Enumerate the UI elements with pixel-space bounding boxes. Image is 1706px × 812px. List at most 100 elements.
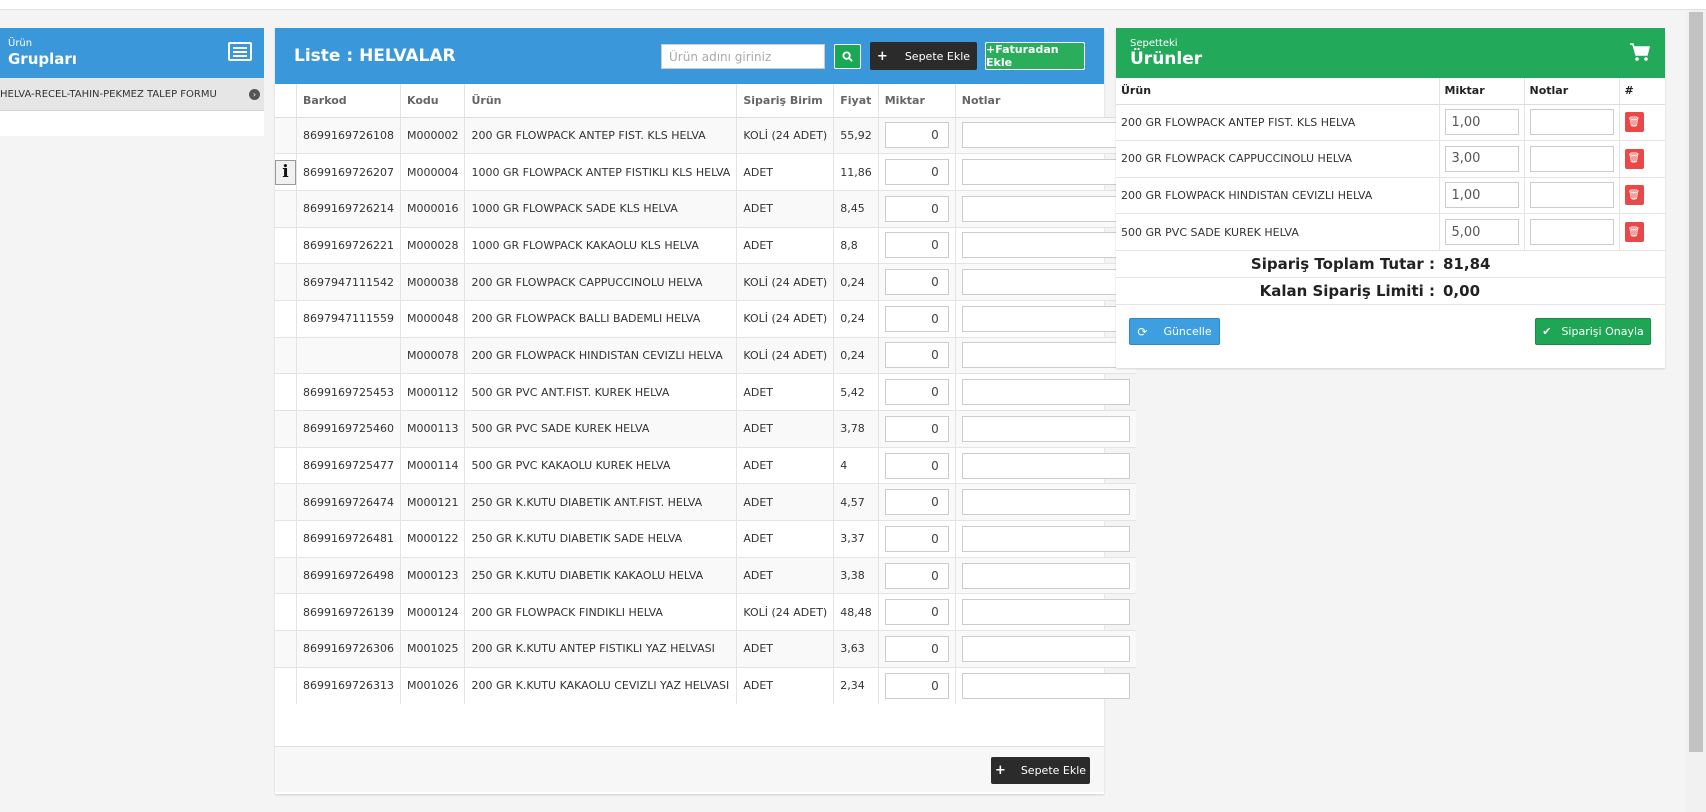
table-row: M000078 200 GR FLOWPACK HINDISTAN CEVIZLI… <box>275 336 1136 374</box>
notes-input[interactable] <box>961 122 1130 149</box>
notes-input[interactable] <box>961 232 1130 259</box>
notes-input[interactable] <box>961 342 1130 369</box>
quantity-input[interactable] <box>884 232 949 259</box>
notes-input[interactable] <box>961 672 1130 699</box>
notes-input[interactable] <box>961 305 1130 332</box>
cell-notlar <box>955 116 1136 154</box>
notes-input[interactable] <box>961 269 1130 296</box>
cart-quantity-input[interactable] <box>1444 219 1519 245</box>
cart-cell-urun: 200 GR FLOWPACK HINDISTAN CEVIZLI HELVA <box>1116 176 1440 214</box>
info-cell <box>275 446 297 484</box>
quantity-input[interactable] <box>884 122 949 149</box>
cart-quantity-input[interactable] <box>1444 145 1519 172</box>
cart-row: 200 GR FLOWPACK CAPPUCCINOLU HELVA 🗑 <box>1116 140 1665 177</box>
bottom-add-to-cart-label: Sepete Ekle <box>1020 764 1087 777</box>
quantity-input[interactable] <box>884 305 949 332</box>
cart-quantity-input[interactable] <box>1444 109 1519 136</box>
cart-notes-input[interactable] <box>1529 109 1614 136</box>
cell-fiyat: 55,92 <box>833 116 879 154</box>
notes-input[interactable] <box>961 452 1130 479</box>
info-icon[interactable]: i <box>275 159 296 185</box>
notes-input[interactable] <box>961 562 1130 589</box>
notes-input[interactable] <box>961 635 1130 662</box>
product-table-body: 8699169726108 M000002 200 GR FLOWPACK ANTE… <box>275 116 1136 704</box>
cell-urun: 200 GR K.KUTU KAKAOLU CEVIZLI YAZ HELVAS… <box>464 666 738 704</box>
cart-cell-urun: 200 GR FLOWPACK ANTEP FIST. KLS HELVA <box>1116 103 1440 141</box>
quantity-input[interactable] <box>884 562 949 589</box>
quantity-input[interactable] <box>884 489 949 516</box>
cell-miktar <box>878 520 956 558</box>
cell-barkod: 8699169726498 <box>296 556 401 594</box>
notes-input[interactable] <box>961 379 1130 406</box>
product-list-header: Liste : HELVALAR + Sepete Ekle +Faturada… <box>275 28 1104 84</box>
cell-fiyat: 2,34 <box>833 666 879 704</box>
delete-button[interactable]: 🗑 <box>1624 185 1644 206</box>
cart-cell-miktar <box>1439 140 1525 177</box>
cell-siparis-birim: ADET <box>736 630 835 668</box>
delete-button[interactable]: 🗑 <box>1624 148 1644 169</box>
cell-notlar <box>955 483 1136 521</box>
cart-notes-input[interactable] <box>1529 145 1614 172</box>
cart-quantity-input[interactable] <box>1444 182 1519 209</box>
cell-urun: 200 GR FLOWPACK HINDISTAN CEVIZLI HELVA <box>464 336 738 374</box>
trash-icon: 🗑 <box>1627 116 1641 128</box>
cell-miktar <box>878 153 956 191</box>
product-groups-header: Ürün Grupları <box>0 28 264 78</box>
quantity-input[interactable] <box>884 452 949 479</box>
cell-kodu: M000016 <box>400 189 466 228</box>
quantity-input[interactable] <box>884 525 949 552</box>
update-button[interactable]: ⟳ Güncelle <box>1129 318 1220 345</box>
cart-notes-input[interactable] <box>1529 219 1614 245</box>
table-header-row: Barkod Kodu Ürün Sipariş Birim Fiyat Mik… <box>275 84 1136 118</box>
notes-input[interactable] <box>961 159 1130 186</box>
notes-input[interactable] <box>961 195 1130 222</box>
cell-miktar <box>878 263 956 301</box>
cart-notes-input[interactable] <box>1529 182 1614 209</box>
cell-siparis-birim: ADET <box>736 226 835 264</box>
add-from-invoice-button[interactable]: +Faturadan Ekle <box>985 42 1085 70</box>
cell-miktar <box>878 666 956 704</box>
quantity-input[interactable] <box>884 672 949 699</box>
cart-cell-notlar <box>1524 103 1620 141</box>
trash-icon: 🗑 <box>1627 189 1641 201</box>
cell-barkod: 8699169726207 <box>296 153 401 191</box>
add-from-invoice-label: +Faturadan Ekle <box>986 43 1059 69</box>
add-to-cart-button[interactable]: + Sepete Ekle <box>870 42 977 70</box>
quantity-input[interactable] <box>884 342 949 369</box>
confirm-order-button[interactable]: ✔ Siparişi Onayla <box>1535 318 1651 345</box>
notes-input[interactable] <box>961 415 1130 442</box>
delete-button[interactable]: 🗑 <box>1624 112 1644 133</box>
cell-fiyat: 4 <box>833 446 879 484</box>
notes-input[interactable] <box>961 599 1130 626</box>
quantity-input[interactable] <box>884 635 949 662</box>
quantity-input[interactable] <box>884 415 949 442</box>
cell-notlar <box>955 556 1136 594</box>
quantity-input[interactable] <box>884 379 949 406</box>
info-cell <box>275 520 297 558</box>
cart-panel: Sepetteki Ürünler Ürün Miktar Notlar # 2… <box>1116 28 1665 368</box>
group-item[interactable]: HELVA-RECEL-TAHIN-PEKMEZ TALEP FORMU › <box>0 78 264 111</box>
quantity-input[interactable] <box>884 599 949 626</box>
search-button[interactable] <box>834 44 861 69</box>
top-bar <box>0 0 1706 10</box>
notes-input[interactable] <box>961 525 1130 552</box>
quantity-input[interactable] <box>884 195 949 222</box>
page-scrollbar-thumb[interactable] <box>1689 12 1703 752</box>
notes-input[interactable] <box>961 489 1130 516</box>
order-limit-label: Kalan Sipariş Limiti : <box>1259 282 1435 300</box>
cell-fiyat: 0,24 <box>833 263 879 301</box>
cart-cell-actions: 🗑 <box>1619 176 1665 214</box>
quantity-input[interactable] <box>884 159 949 186</box>
cell-fiyat: 3,63 <box>833 630 879 668</box>
col-barkod: Barkod <box>296 84 401 118</box>
cell-siparis-birim: ADET <box>736 483 835 521</box>
search-input[interactable] <box>661 44 825 69</box>
list-title: Liste : HELVALAR <box>294 46 456 66</box>
cell-fiyat: 0,24 <box>833 336 879 374</box>
groups-title: Grupları <box>8 50 77 68</box>
quantity-input[interactable] <box>884 269 949 296</box>
bottom-add-to-cart-button[interactable]: + Sepete Ekle <box>991 757 1090 784</box>
info-cell <box>275 116 297 154</box>
delete-button[interactable]: 🗑 <box>1624 222 1644 242</box>
cart-header: Sepetteki Ürünler <box>1116 28 1665 78</box>
